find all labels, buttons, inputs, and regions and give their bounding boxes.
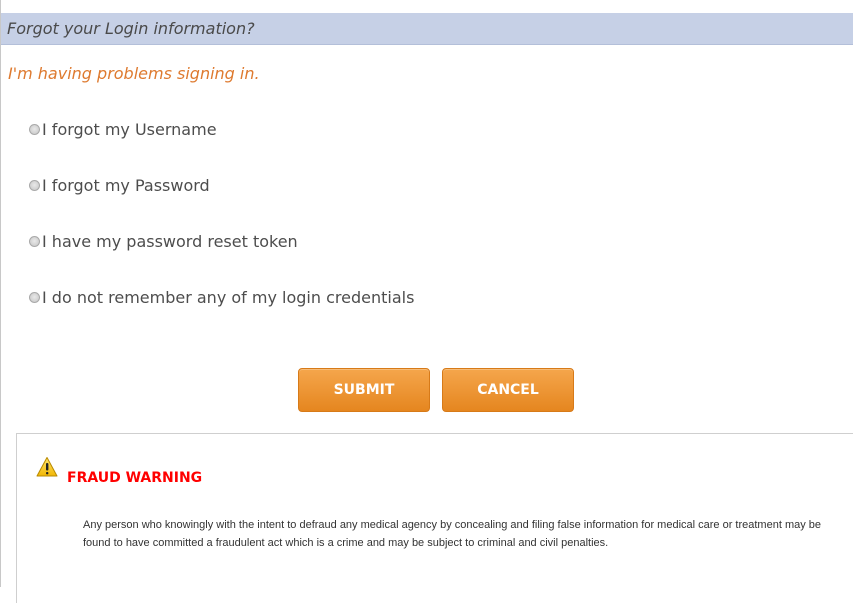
radio-forgot-username[interactable]	[29, 123, 40, 135]
panel-title: Forgot your Login information?	[7, 19, 255, 38]
option-label: I forgot my Password	[42, 175, 210, 195]
warning-triangle-icon	[36, 457, 58, 477]
option-have-reset-token[interactable]: I have my password reset token	[29, 230, 298, 252]
panel-header: Forgot your Login information?	[1, 13, 853, 45]
fraud-warning-text: Any person who knowingly with the intent…	[83, 519, 822, 549]
option-forgot-username[interactable]: I forgot my Username	[29, 118, 217, 140]
radio-forgot-all-credentials[interactable]	[29, 291, 40, 303]
cancel-button[interactable]: CANCEL	[442, 368, 574, 412]
option-label: I do not remember any of my login creden…	[42, 287, 415, 307]
problem-subtitle: I'm having problems signing in.	[8, 64, 260, 83]
submit-button[interactable]: SUBMIT	[298, 368, 430, 412]
option-label: I have my password reset token	[42, 231, 298, 251]
option-forgot-all-credentials[interactable]: I do not remember any of my login creden…	[29, 286, 414, 308]
option-label: I forgot my Username	[42, 119, 217, 139]
radio-forgot-password[interactable]	[29, 179, 40, 191]
option-forgot-password[interactable]: I forgot my Password	[29, 174, 210, 196]
fraud-warning-title: FRAUD WARNING	[67, 470, 203, 486]
forgot-login-panel: Forgot your Login information? I'm havin…	[0, 0, 853, 603]
radio-have-reset-token[interactable]	[29, 235, 40, 247]
